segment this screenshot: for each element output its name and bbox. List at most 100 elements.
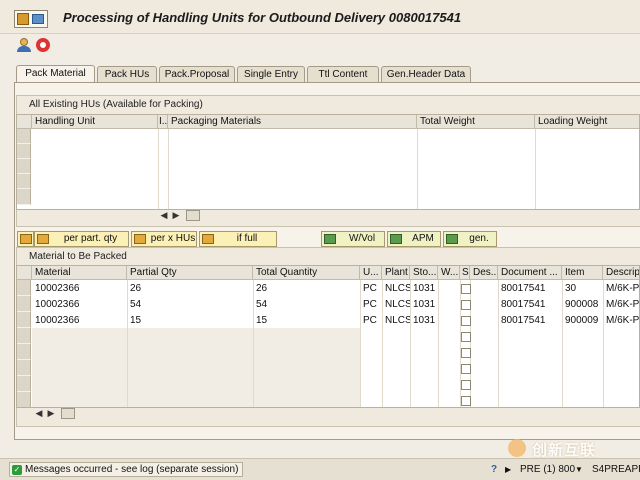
cell-partial-qty[interactable]: 26 bbox=[127, 281, 253, 296]
section-title: All Existing HUs (Available for Packing) bbox=[29, 99, 203, 110]
column-header[interactable]: Total Quantity bbox=[253, 266, 360, 280]
pack-button-bar: per part. qty per x HUs if full W/Vol AP… bbox=[17, 231, 637, 247]
tab-pack-hus[interactable]: Pack HUs bbox=[97, 66, 157, 82]
column-header[interactable]: W... bbox=[438, 266, 460, 280]
select-all-header[interactable] bbox=[17, 115, 32, 129]
row-selector[interactable] bbox=[17, 376, 31, 392]
row-selector[interactable] bbox=[17, 360, 31, 376]
help-icon[interactable]: ? bbox=[491, 464, 497, 475]
column-header[interactable]: Total Weight bbox=[417, 115, 535, 129]
scroll-right-icon[interactable]: ▶ bbox=[47, 408, 55, 419]
tab-pack-proposal[interactable]: Pack.Proposal bbox=[159, 66, 235, 82]
checkbox[interactable] bbox=[461, 316, 471, 326]
tab-single-entry[interactable]: Single Entry bbox=[237, 66, 305, 82]
help-icon[interactable] bbox=[35, 37, 51, 53]
column-header[interactable]: Packaging Materials bbox=[168, 115, 417, 129]
column-header[interactable]: Partial Qty bbox=[127, 266, 253, 280]
cell-plant: NLCS bbox=[385, 315, 410, 326]
cell-storage: 1031 bbox=[413, 283, 436, 294]
checkbox[interactable] bbox=[461, 348, 471, 358]
checkbox[interactable] bbox=[461, 300, 471, 310]
checkbox[interactable] bbox=[461, 332, 471, 342]
person-icon[interactable] bbox=[16, 37, 32, 53]
hu-horizontal-scrollbar[interactable]: ◀ ▶ bbox=[160, 210, 210, 221]
if-full-button[interactable]: if full bbox=[199, 231, 277, 247]
hu-table: Handling Unit I.. Packaging Materials To… bbox=[16, 114, 640, 210]
row-selector[interactable] bbox=[17, 280, 31, 296]
tab-gen-header-data[interactable]: Gen.Header Data bbox=[381, 66, 471, 82]
pack-icon bbox=[134, 234, 146, 244]
row-selector[interactable] bbox=[17, 189, 31, 205]
checkbox[interactable] bbox=[461, 380, 471, 390]
checkbox[interactable] bbox=[461, 364, 471, 374]
cell-partial-qty[interactable]: 15 bbox=[127, 313, 253, 328]
row-selector[interactable] bbox=[17, 174, 31, 189]
column-header[interactable]: Material bbox=[32, 266, 127, 280]
weight-volume-button[interactable]: W/Vol bbox=[321, 231, 385, 247]
column-header[interactable]: Document ... bbox=[498, 266, 562, 280]
cell-plant: NLCS bbox=[385, 283, 410, 294]
cell-unit: PC bbox=[363, 315, 377, 326]
scroll-grip[interactable] bbox=[186, 210, 200, 221]
app-menu-icon[interactable] bbox=[14, 10, 48, 28]
system-info[interactable]: PRE (1) 800 bbox=[520, 464, 575, 475]
watermark-logo: 创新互联 bbox=[508, 438, 634, 459]
checkbox[interactable] bbox=[461, 284, 471, 294]
apm-button[interactable]: APM bbox=[387, 231, 441, 247]
cell-total-qty: 26 bbox=[256, 283, 268, 294]
play-icon[interactable]: ▶ bbox=[505, 465, 511, 474]
column-header[interactable]: Handling Unit bbox=[32, 115, 158, 129]
per-part-qty-button[interactable]: per part. qty bbox=[34, 231, 129, 247]
row-selector[interactable] bbox=[17, 159, 31, 174]
scroll-grip[interactable] bbox=[61, 408, 75, 419]
column-header[interactable]: Des... bbox=[470, 266, 498, 280]
column-header[interactable]: Plant bbox=[382, 266, 410, 280]
calculate-icon bbox=[324, 234, 336, 244]
row-selector[interactable] bbox=[17, 144, 31, 159]
row-selector[interactable] bbox=[17, 344, 31, 360]
material-table: Material Partial Qty Total Quantity U...… bbox=[16, 265, 640, 408]
cell-document: 80017541 bbox=[501, 299, 546, 310]
document-icon bbox=[17, 13, 29, 25]
cell-plant: NLCS bbox=[385, 299, 410, 310]
cell-item: 30 bbox=[565, 283, 577, 294]
scroll-left-icon[interactable]: ◀ bbox=[35, 408, 43, 419]
check-icon: ✓ bbox=[12, 465, 22, 475]
tab-pack-material[interactable]: Pack Material bbox=[16, 65, 95, 83]
row-selector[interactable] bbox=[17, 312, 31, 328]
server-name: S4PREAPPO bbox=[592, 464, 640, 475]
cell-material[interactable]: 10002366 bbox=[32, 297, 127, 312]
cell-total-qty: 54 bbox=[256, 299, 268, 310]
column-header[interactable]: Sto... bbox=[410, 266, 438, 280]
row-selector[interactable] bbox=[17, 296, 31, 312]
per-x-hus-button[interactable]: per x HUs bbox=[131, 231, 197, 247]
gen-button[interactable]: gen. bbox=[443, 231, 497, 247]
cell-unit: PC bbox=[363, 283, 377, 294]
cell-material[interactable]: 10002366 bbox=[32, 313, 127, 328]
checkbox[interactable] bbox=[461, 396, 471, 406]
scroll-left-icon[interactable]: ◀ bbox=[160, 210, 168, 221]
row-selector[interactable] bbox=[17, 129, 31, 144]
column-header[interactable]: Descripti bbox=[603, 266, 639, 280]
cell-material[interactable]: 10002366 bbox=[32, 281, 127, 296]
material-horizontal-scrollbar[interactable]: ◀ ▶ bbox=[35, 408, 85, 419]
chevron-down-icon[interactable]: ▼ bbox=[575, 465, 583, 474]
column-header[interactable]: S bbox=[460, 266, 470, 280]
scroll-right-icon[interactable]: ▶ bbox=[172, 210, 180, 221]
pack-button[interactable] bbox=[17, 231, 34, 247]
row-selector[interactable] bbox=[17, 392, 31, 407]
tab-ttl-content[interactable]: Ttl Content bbox=[307, 66, 379, 82]
application-toolbar bbox=[0, 34, 640, 56]
cell-document: 80017541 bbox=[501, 283, 546, 294]
select-all-header[interactable] bbox=[17, 266, 32, 280]
column-divider bbox=[417, 129, 418, 209]
column-header[interactable]: U... bbox=[360, 266, 382, 280]
status-message[interactable]: ✓ Messages occurred - see log (separate … bbox=[9, 462, 244, 477]
cell-item: 900008 bbox=[565, 299, 599, 310]
row-selector[interactable] bbox=[17, 328, 31, 344]
column-header[interactable]: I.. bbox=[158, 115, 168, 129]
column-header[interactable]: Loading Weight bbox=[535, 115, 639, 129]
column-header[interactable]: Item bbox=[562, 266, 603, 280]
cell-total-qty: 15 bbox=[256, 315, 268, 326]
cell-partial-qty[interactable]: 54 bbox=[127, 297, 253, 312]
